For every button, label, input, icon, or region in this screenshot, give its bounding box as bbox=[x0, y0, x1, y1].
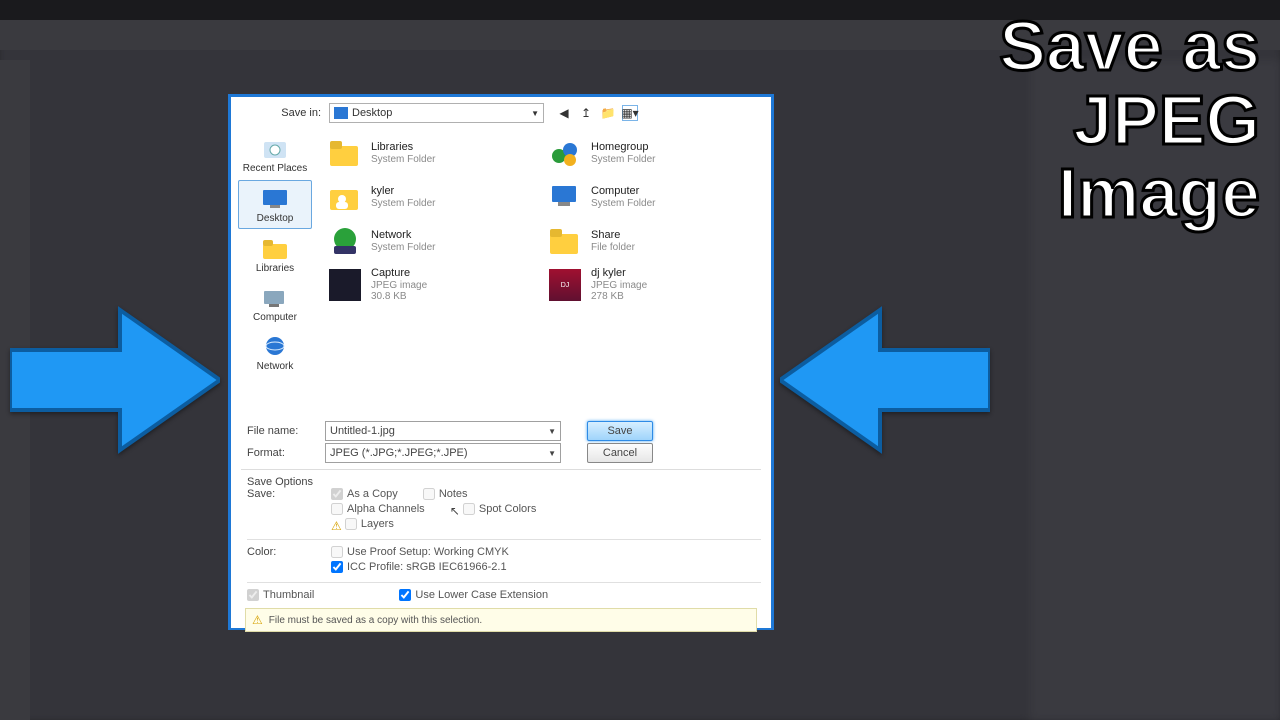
savein-value: Desktop bbox=[352, 107, 392, 119]
list-item[interactable]: HomegroupSystem Folder bbox=[545, 131, 765, 175]
view-menu-icon[interactable]: ▦▾ bbox=[622, 105, 638, 121]
user-folder-icon bbox=[327, 179, 363, 215]
format-value: JPEG (*.JPG;*.JPEG;*.JPE) bbox=[330, 447, 468, 459]
filename-value: Untitled-1.jpg bbox=[330, 425, 395, 437]
list-item[interactable]: ComputerSystem Folder bbox=[545, 175, 765, 219]
place-computer-label: Computer bbox=[253, 312, 297, 323]
save-options-title: Save Options bbox=[247, 476, 761, 488]
footnote-text: File must be saved as a copy with this s… bbox=[269, 615, 482, 626]
lowercase-checkbox[interactable]: Use Lower Case Extension bbox=[399, 589, 548, 601]
item-sub: File folder bbox=[591, 242, 635, 254]
place-network[interactable]: Network bbox=[238, 329, 312, 376]
place-desktop[interactable]: Desktop bbox=[238, 180, 312, 229]
color-section-label: Color: bbox=[247, 546, 331, 576]
filename-label: File name: bbox=[241, 425, 325, 437]
chevron-down-icon: ▼ bbox=[548, 427, 556, 436]
item-title: dj kyler bbox=[591, 267, 647, 280]
up-icon[interactable]: ↥ bbox=[578, 105, 594, 121]
spot-checkbox[interactable]: Spot Colors bbox=[463, 503, 536, 515]
back-icon[interactable]: ◀ bbox=[556, 105, 572, 121]
filename-combo[interactable]: Untitled-1.jpg ▼ bbox=[325, 421, 561, 441]
chevron-down-icon: ▼ bbox=[531, 109, 539, 118]
item-title: Capture bbox=[371, 267, 427, 280]
item-sub: JPEG image bbox=[371, 280, 427, 292]
item-sub: System Folder bbox=[371, 154, 435, 166]
highlight-arrow-right-icon bbox=[10, 300, 220, 460]
cursor-icon: ↖ bbox=[450, 504, 460, 518]
place-network-label: Network bbox=[257, 361, 294, 372]
list-item[interactable]: ShareFile folder bbox=[545, 219, 765, 263]
cancel-button[interactable]: Cancel bbox=[587, 443, 653, 463]
spot-label: Spot Colors bbox=[479, 503, 536, 515]
notes-checkbox[interactable]: Notes bbox=[423, 488, 468, 500]
lowercase-label: Use Lower Case Extension bbox=[415, 589, 548, 601]
list-item[interactable]: LibrariesSystem Folder bbox=[325, 131, 545, 175]
proof-label: Use Proof Setup: Working CMYK bbox=[347, 546, 509, 558]
image-thumbnail-icon: DJ bbox=[547, 267, 583, 303]
list-item[interactable]: DJ dj kylerJPEG image278 KB bbox=[545, 263, 765, 307]
item-title: Computer bbox=[591, 185, 655, 198]
layers-label: Layers bbox=[361, 518, 394, 530]
computer-icon bbox=[547, 179, 583, 215]
new-folder-icon[interactable]: 📁 bbox=[600, 105, 616, 121]
place-recent-label: Recent Places bbox=[243, 163, 307, 174]
tutorial-title-text: Save as JPEG Image bbox=[999, 10, 1260, 231]
alpha-checkbox[interactable]: Alpha Channels bbox=[331, 503, 425, 515]
place-libraries-label: Libraries bbox=[256, 263, 294, 274]
proof-checkbox[interactable]: Use Proof Setup: Working CMYK bbox=[331, 546, 509, 558]
item-size: 30.8 KB bbox=[371, 291, 427, 303]
network-icon bbox=[327, 223, 363, 259]
item-sub: System Folder bbox=[371, 242, 435, 254]
notes-label: Notes bbox=[439, 488, 468, 500]
file-list[interactable]: LibrariesSystem Folder HomegroupSystem F… bbox=[319, 127, 771, 415]
save-section-label: Save: bbox=[247, 488, 331, 533]
format-combo[interactable]: JPEG (*.JPG;*.JPEG;*.JPE) ▼ bbox=[325, 443, 561, 463]
place-libraries[interactable]: Libraries bbox=[238, 231, 312, 278]
icc-label: ICC Profile: sRGB IEC61966-2.1 bbox=[347, 561, 507, 573]
homegroup-icon bbox=[547, 135, 583, 171]
icc-checkbox[interactable]: ICC Profile: sRGB IEC61966-2.1 bbox=[331, 561, 507, 573]
thumbnail-checkbox[interactable]: Thumbnail bbox=[247, 589, 314, 601]
footnote-bar: ⚠ File must be saved as a copy with this… bbox=[245, 608, 757, 632]
savein-combo[interactable]: Desktop ▼ bbox=[329, 103, 544, 123]
item-title: kyler bbox=[371, 185, 435, 198]
save-as-dialog: Save in: Desktop ▼ ◀ ↥ 📁 ▦▾ Recent Place… bbox=[228, 94, 774, 630]
warning-icon: ⚠ bbox=[331, 519, 342, 533]
layers-checkbox[interactable]: Layers bbox=[345, 518, 394, 530]
libraries-icon bbox=[327, 135, 363, 171]
list-item[interactable]: NetworkSystem Folder bbox=[325, 219, 545, 263]
image-thumbnail-icon bbox=[327, 267, 363, 303]
as-a-copy-checkbox[interactable]: As a Copy bbox=[331, 488, 398, 500]
item-title: Libraries bbox=[371, 141, 435, 154]
place-recent[interactable]: Recent Places bbox=[238, 131, 312, 178]
warning-icon: ⚠ bbox=[252, 613, 263, 627]
save-button[interactable]: Save bbox=[587, 421, 653, 441]
as-a-copy-label: As a Copy bbox=[347, 488, 398, 500]
item-sub: JPEG image bbox=[591, 280, 647, 292]
chevron-down-icon: ▼ bbox=[548, 449, 556, 458]
highlight-arrow-left-icon bbox=[780, 300, 990, 460]
item-sub: System Folder bbox=[591, 154, 655, 166]
item-title: Share bbox=[591, 229, 635, 242]
savein-label: Save in: bbox=[239, 107, 329, 119]
thumbnail-label: Thumbnail bbox=[263, 589, 314, 601]
place-computer[interactable]: Computer bbox=[238, 280, 312, 327]
format-label: Format: bbox=[241, 447, 325, 459]
places-bar: Recent Places Desktop Libraries Computer… bbox=[231, 127, 319, 415]
save-button-label: Save bbox=[607, 425, 632, 437]
item-title: Network bbox=[371, 229, 435, 242]
item-sub: System Folder bbox=[591, 198, 655, 210]
item-sub: System Folder bbox=[371, 198, 435, 210]
item-size: 278 KB bbox=[591, 291, 647, 303]
cancel-button-label: Cancel bbox=[603, 447, 637, 459]
item-title: Homegroup bbox=[591, 141, 655, 154]
desktop-icon bbox=[334, 107, 348, 119]
alpha-label: Alpha Channels bbox=[347, 503, 425, 515]
list-item[interactable]: CaptureJPEG image30.8 KB bbox=[325, 263, 545, 307]
folder-icon bbox=[547, 223, 583, 259]
list-item[interactable]: kylerSystem Folder bbox=[325, 175, 545, 219]
tutorial-title: Save as JPEG Image bbox=[999, 10, 1260, 231]
place-desktop-label: Desktop bbox=[257, 213, 294, 224]
